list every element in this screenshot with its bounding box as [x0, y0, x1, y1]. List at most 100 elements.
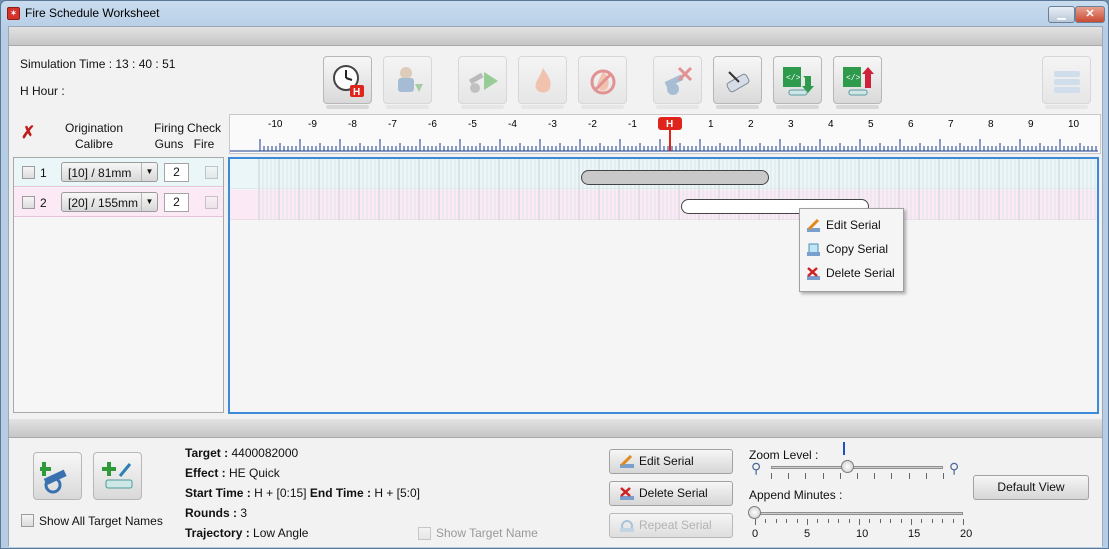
gun-play-icon: [468, 72, 498, 93]
close-button[interactable]: ✕: [1075, 6, 1105, 23]
append-tick-label: 10: [856, 528, 869, 540]
zoom-slider-thumb[interactable]: [841, 460, 855, 473]
ruler-label: -2: [588, 119, 597, 130]
assign-observer-button[interactable]: [383, 56, 432, 109]
xml-export-icon: </>: [843, 67, 874, 96]
menu-edit-serial[interactable]: Edit Serial: [804, 214, 900, 236]
ruler-label: 6: [908, 119, 914, 130]
copy-icon: [806, 242, 821, 256]
guns-field[interactable]: 2: [164, 163, 189, 182]
xml-import-button[interactable]: </>: [773, 56, 822, 109]
zoom-tick: [925, 473, 927, 479]
zoom-out-icon[interactable]: ⚲: [751, 460, 761, 477]
delete-serial-button[interactable]: Delete Serial: [609, 481, 733, 506]
minimize-button[interactable]: ▁: [1048, 6, 1075, 23]
xml-export-button[interactable]: </>: [833, 56, 882, 109]
add-gun-button[interactable]: [33, 452, 82, 500]
cease-fire-button[interactable]: [578, 56, 627, 109]
calibre-select[interactable]: [10] / 81mm ▼: [61, 162, 158, 182]
append-tick: [827, 519, 829, 523]
default-view-button[interactable]: Default View: [973, 475, 1089, 500]
rounds-value: 3: [240, 506, 248, 520]
fire-header: Fire: [193, 137, 215, 151]
zoom-tick: [908, 473, 910, 479]
delete-serial-label: Delete Serial: [639, 486, 708, 500]
bottom-collapse-bar[interactable]: [9, 419, 1102, 438]
append-tick: [848, 519, 850, 523]
target-value: 4400082000: [231, 446, 299, 460]
ruler-ticks: -10 -9 -8 -7 -6 -5 -4 -3 -2 -1 1 2 3 4 5 6 7 8 9 10 H: [230, 117, 1098, 152]
ruler-label: 5: [868, 119, 874, 130]
fire-schedule-window: ✶ Fire Schedule Worksheet ▁ ✕ Simulation…: [0, 0, 1109, 549]
list-item[interactable]: 1 [10] / 81mm ▼ 2: [14, 158, 223, 187]
append-tick-label: 15: [908, 528, 921, 540]
row-checkbox[interactable]: [22, 196, 35, 209]
zoom-tick: [771, 473, 772, 479]
timeline-grid[interactable]: [228, 157, 1099, 414]
clear-x-icon[interactable]: ✗: [21, 124, 35, 141]
show-all-target-names-checkbox[interactable]: [21, 514, 34, 527]
menu-delete-serial[interactable]: Delete Serial: [804, 262, 900, 284]
check-fire-checkbox[interactable]: [205, 166, 218, 179]
chevron-down-icon[interactable]: ▼: [141, 163, 157, 181]
zoom-slider[interactable]: [771, 466, 943, 469]
row-number: 1: [40, 166, 47, 180]
edit-serial-label: Edit Serial: [639, 454, 694, 468]
show-target-name-label: Show Target Name: [436, 526, 538, 540]
zoom-tick: [891, 473, 893, 479]
calibre-select[interactable]: [20] / 155mm ▼: [61, 192, 158, 212]
zoom-tick: [839, 473, 841, 479]
append-tick: [775, 519, 777, 523]
h-marker-label: H: [666, 119, 673, 130]
xml-import-icon: </>: [783, 67, 814, 96]
append-minutes-slider[interactable]: [755, 512, 963, 515]
effect-info: Effect : HE Quick: [185, 466, 280, 480]
menu-copy-label: Copy Serial: [826, 242, 889, 256]
add-serial-button[interactable]: [93, 452, 142, 500]
append-tick: [931, 519, 933, 523]
ruler-label: -9: [308, 119, 317, 130]
soldier-download-icon: [398, 67, 423, 92]
append-tick: [921, 519, 923, 523]
app-icon: ✶: [7, 7, 20, 20]
cancel-gun-button[interactable]: [653, 56, 702, 109]
append-tick: [890, 519, 892, 523]
edit-clear-button[interactable]: [713, 56, 762, 109]
ruler-label: 10: [1068, 119, 1080, 130]
guns-header: Guns: [154, 137, 184, 151]
edit-serial-button[interactable]: Edit Serial: [609, 449, 733, 474]
zoom-tick: [822, 473, 824, 479]
append-tick: [952, 519, 954, 523]
layout-button[interactable]: [1042, 56, 1091, 109]
guns-field[interactable]: 2: [164, 193, 189, 212]
append-tick: [796, 519, 798, 523]
row-checkbox[interactable]: [22, 166, 35, 179]
trajectory-value: Low Angle: [253, 526, 309, 540]
menu-edit-label: Edit Serial: [826, 218, 881, 232]
show-target-name-checkbox[interactable]: [418, 527, 431, 540]
play-fire-button[interactable]: [458, 56, 507, 109]
trajectory-info: Trajectory : Low Angle: [185, 526, 308, 540]
fire-button[interactable]: [518, 56, 567, 109]
top-collapse-bar[interactable]: [9, 27, 1102, 46]
ruler-label: -4: [508, 119, 517, 130]
append-tick: [879, 519, 881, 523]
chevron-down-icon[interactable]: ▼: [141, 193, 157, 211]
append-tick-label: 20: [960, 528, 973, 540]
menu-copy-serial[interactable]: Copy Serial: [804, 238, 900, 260]
zoom-in-icon[interactable]: ⚲: [949, 460, 959, 477]
check-fire-checkbox[interactable]: [205, 196, 218, 209]
repeat-icon: [619, 518, 635, 532]
repeat-serial-button[interactable]: Repeat Serial: [609, 513, 733, 538]
append-minutes-thumb[interactable]: [748, 506, 761, 519]
gun-cancel-icon: [664, 66, 693, 95]
h-hour-clock-button[interactable]: H: [323, 56, 372, 109]
list-item[interactable]: 2 [20] / 155mm ▼ 2: [14, 188, 223, 217]
append-tick: [869, 519, 871, 523]
serial-bar-1[interactable]: [581, 170, 769, 185]
repeat-serial-label: Repeat Serial: [639, 518, 712, 532]
svg-text:H: H: [353, 87, 360, 98]
pencil-icon: [619, 454, 635, 468]
row-number: 2: [40, 196, 47, 210]
default-view-label: Default View: [997, 480, 1065, 494]
